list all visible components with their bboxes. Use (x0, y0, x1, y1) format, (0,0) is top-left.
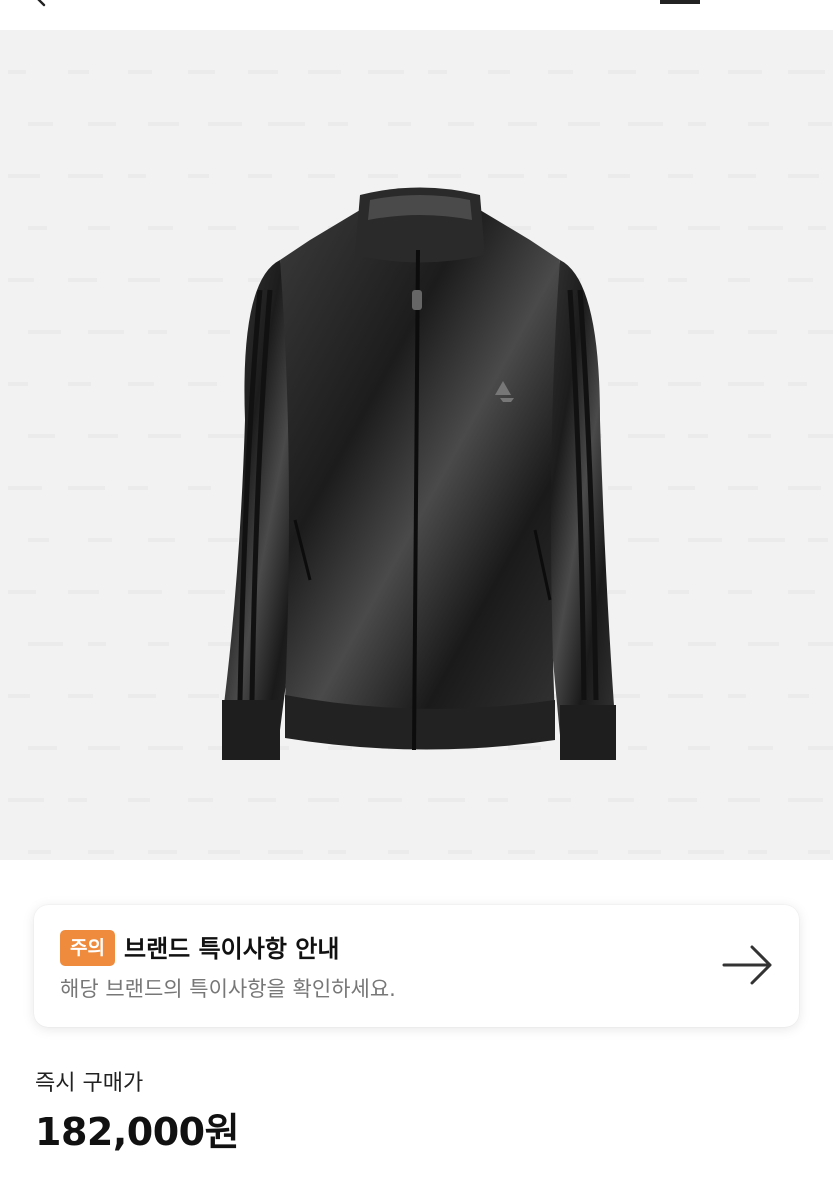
notice-subtitle: 해당 브랜드의 특이사항을 확인하세요. (60, 977, 396, 1001)
notice-title: 브랜드 특이사항 안내 (124, 935, 340, 963)
product-image (0, 30, 833, 860)
chevron-left-icon[interactable] (30, 0, 52, 8)
price-value: 182,000원 (35, 1110, 240, 1154)
menu-bar-icon[interactable] (660, 0, 700, 4)
price-label: 즉시 구매가 (35, 1071, 144, 1096)
track-jacket-image (222, 187, 616, 760)
brand-notice-card[interactable]: 주의 브랜드 특이사항 안내 해당 브랜드의 특이사항을 확인하세요. (34, 905, 799, 1027)
arrow-right-icon[interactable] (720, 941, 776, 989)
top-bar (0, 0, 833, 30)
caution-badge: 주의 (60, 930, 115, 966)
partial-icon (578, 0, 592, 4)
